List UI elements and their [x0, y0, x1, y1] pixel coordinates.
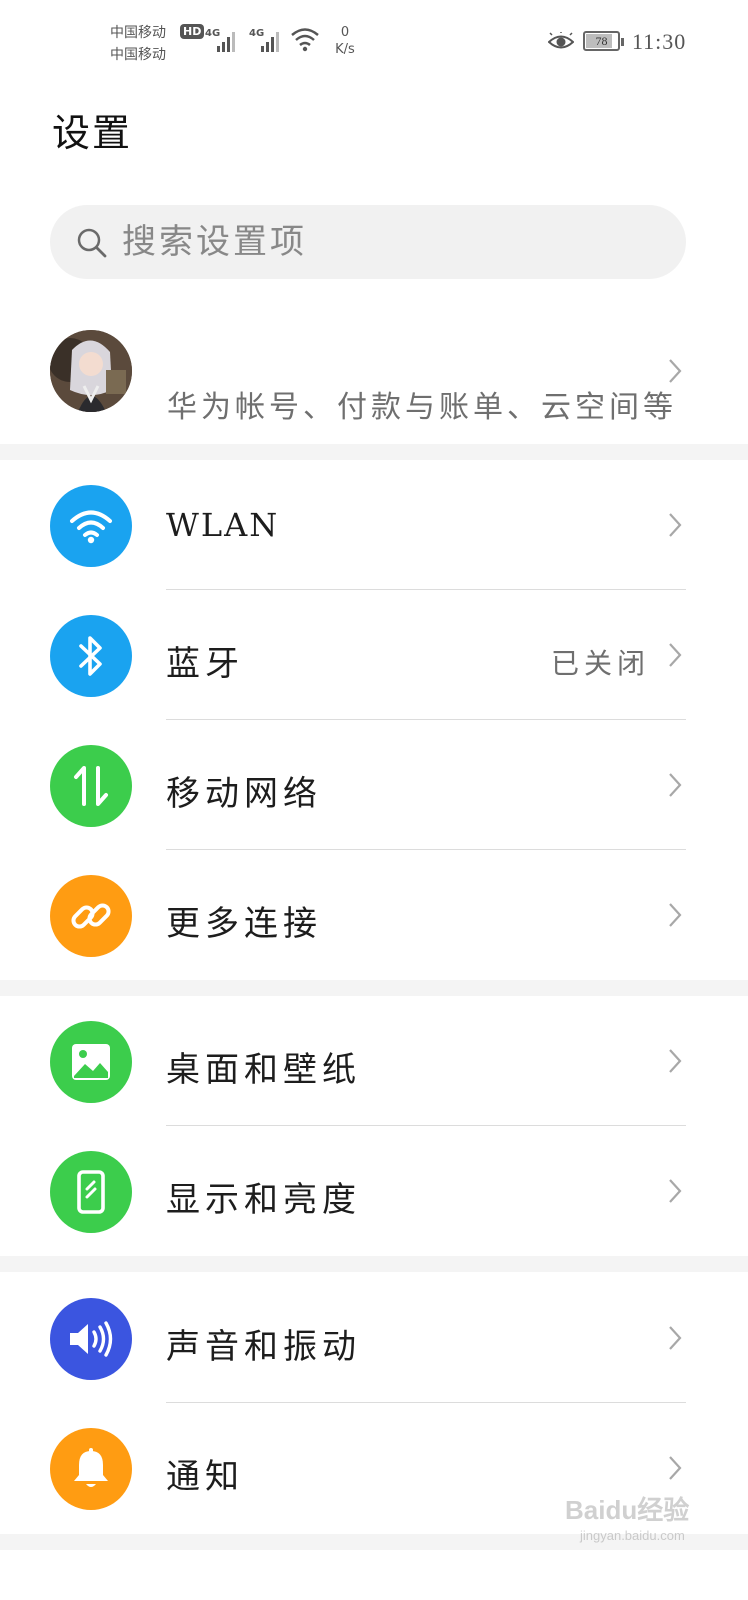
- watermark-url: jingyan.baidu.com: [580, 1528, 685, 1543]
- bluetooth-status: 已关闭: [550, 647, 650, 680]
- sound-icon: [50, 1298, 132, 1380]
- account-row[interactable]: 华为帐号、付款与账单、云空间等: [0, 322, 748, 444]
- settings-item-label: 移动网络: [166, 774, 322, 814]
- chevron-right-icon: [669, 773, 682, 797]
- wifi-icon: [291, 28, 319, 52]
- section-gap: [0, 1256, 748, 1272]
- speed-unit: K/s: [335, 42, 355, 57]
- settings-item-label: WLAN: [166, 506, 280, 544]
- account-subtitle: 华为帐号、付款与账单、云空间等: [167, 390, 677, 425]
- carrier-1: 中国移动: [110, 25, 166, 41]
- page-title: 设置: [52, 111, 133, 155]
- settings-item-display[interactable]: 显示和亮度: [0, 1126, 748, 1256]
- bluetooth-icon: [50, 615, 132, 697]
- chevron-right-icon: [669, 1456, 682, 1480]
- wifi-icon: [50, 485, 132, 567]
- wallpaper-icon: [50, 1021, 132, 1103]
- chevron-right-icon: [669, 643, 682, 667]
- battery-level: 78: [595, 34, 608, 48]
- settings-item-mobile-network[interactable]: 移动网络: [0, 720, 748, 850]
- battery-icon: 78: [583, 31, 624, 51]
- search-icon: [77, 228, 107, 258]
- avatar: [50, 330, 132, 412]
- section-gap: [0, 444, 748, 460]
- display-icon: [50, 1151, 132, 1233]
- mobile-data-icon: [50, 745, 132, 827]
- watermark-logo: Baidu经验: [565, 1495, 690, 1525]
- settings-item-label: 声音和振动: [166, 1327, 361, 1367]
- chevron-right-icon: [669, 1049, 682, 1073]
- chevron-right-icon: [669, 513, 682, 537]
- settings-item-sound[interactable]: 声音和振动: [0, 1273, 748, 1403]
- settings-item-wlan[interactable]: WLAN: [0, 460, 748, 590]
- clock: 11:30: [632, 29, 687, 54]
- link-icon: [50, 875, 132, 957]
- speed-value: 0: [340, 25, 350, 40]
- settings-item-label: 蓝牙: [166, 644, 244, 684]
- search-input[interactable]: [122, 205, 662, 279]
- chevron-right-icon: [669, 1179, 682, 1203]
- bell-icon: [50, 1428, 132, 1510]
- carrier-labels: 中国移动 中国移动: [110, 22, 166, 66]
- network-speed: 0 K/s: [330, 24, 360, 58]
- settings-item-label: 桌面和壁纸: [166, 1050, 361, 1090]
- status-bar: 中国移动 中国移动 HD 4G 4G 0 K/s 78 11:30: [0, 0, 748, 80]
- settings-item-more-connections[interactable]: 更多连接: [0, 850, 748, 980]
- chevron-right-icon: [669, 1326, 682, 1350]
- hd-badge: HD: [180, 24, 205, 39]
- search-bar[interactable]: [50, 205, 686, 279]
- settings-item-bluetooth[interactable]: 蓝牙 已关闭: [0, 590, 748, 720]
- carrier-2: 中国移动: [110, 47, 166, 63]
- settings-item-wallpaper[interactable]: 桌面和壁纸: [0, 996, 748, 1126]
- eye-comfort-icon: [548, 32, 574, 49]
- section-gap: [0, 980, 748, 996]
- chevron-right-icon: [669, 903, 682, 927]
- settings-item-label: 通知: [166, 1457, 244, 1497]
- chevron-right-icon: [669, 359, 682, 383]
- settings-item-label: 显示和亮度: [166, 1180, 361, 1220]
- settings-item-label: 更多连接: [166, 904, 322, 944]
